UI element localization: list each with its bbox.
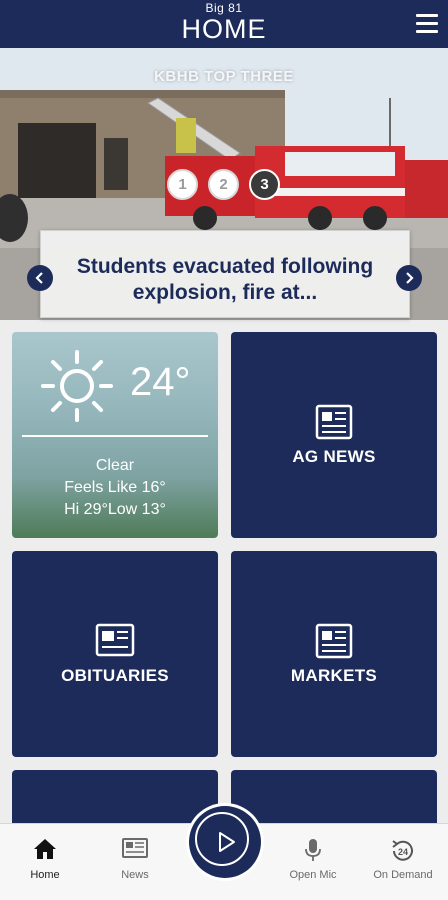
- obituaries-tile[interactable]: OBITUARIES: [12, 551, 218, 757]
- nav-open-mic-label: Open Mic: [289, 869, 337, 881]
- history-clock-icon: 24: [392, 840, 413, 861]
- tile-partial-left[interactable]: [12, 770, 218, 830]
- on-demand-badge: 24: [398, 847, 408, 857]
- weather-hi-low: Hi 29°Low 13°: [64, 501, 166, 518]
- weather-divider: [22, 435, 208, 437]
- hamburger-menu-icon[interactable]: [416, 14, 438, 34]
- nav-on-demand[interactable]: 24 On Demand: [358, 824, 448, 900]
- carousel-pager: 1 2 3: [167, 169, 280, 200]
- home-icon: [34, 839, 56, 859]
- newspaper-icon: [315, 404, 353, 440]
- nav-open-mic[interactable]: Open Mic: [268, 824, 358, 900]
- app-header: Big 81 HOME: [0, 0, 448, 48]
- pager-dot-2[interactable]: 2: [208, 169, 239, 200]
- weather-tile[interactable]: 24° Clear Feels Like 16° Hi 29°Low 13°: [12, 332, 218, 538]
- ag-news-tile[interactable]: AG NEWS: [231, 332, 437, 538]
- sun-icon: [41, 350, 113, 422]
- weather-condition: Clear: [95, 457, 135, 474]
- carousel-next-button[interactable]: [396, 265, 422, 291]
- play-button[interactable]: [186, 803, 264, 881]
- pager-dot-3[interactable]: 3: [249, 169, 280, 200]
- nav-home[interactable]: Home: [0, 824, 90, 900]
- carousel-prev-button[interactable]: [27, 265, 53, 291]
- newspaper-icon: [95, 623, 135, 657]
- weather-feels-like: Feels Like 16°: [64, 479, 166, 496]
- markets-tile[interactable]: MARKETS: [231, 551, 437, 757]
- tile-partial-right[interactable]: [231, 770, 437, 830]
- chevron-left-icon: [35, 272, 43, 284]
- chevron-right-icon: [406, 272, 414, 284]
- carousel-label: KBHB TOP THREE: [154, 68, 294, 85]
- nav-home-label: Home: [30, 869, 60, 881]
- newspaper-icon: [122, 838, 148, 858]
- app: Big 81 HOME KBHB TOP THREE 1 2 3 Student…: [0, 0, 448, 900]
- microphone-icon: [305, 839, 321, 861]
- ag-news-label: AG NEWS: [292, 447, 376, 466]
- page-title: HOME: [181, 14, 267, 44]
- weather-temperature: 24°: [130, 360, 191, 404]
- station-name: Big 81: [205, 1, 243, 15]
- markets-label: MARKETS: [290, 666, 378, 685]
- newspaper-icon: [315, 623, 353, 659]
- nav-news[interactable]: News: [90, 824, 180, 900]
- nav-news-label: News: [121, 869, 149, 881]
- headline-card[interactable]: Students evacuated following explosion, …: [40, 230, 410, 318]
- play-icon: [219, 832, 235, 852]
- headline-text: Students evacuated following explosion, …: [76, 255, 374, 304]
- obituaries-label: OBITUARIES: [61, 666, 169, 685]
- nav-on-demand-label: On Demand: [373, 869, 433, 881]
- pager-dot-1[interactable]: 1: [167, 169, 198, 200]
